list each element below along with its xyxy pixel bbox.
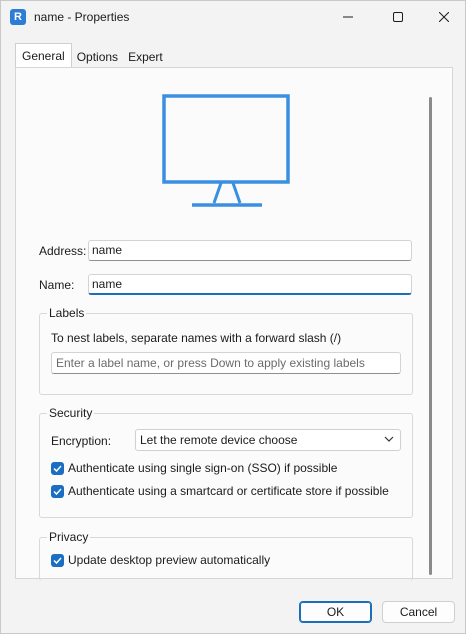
name-label: Name: <box>39 278 75 292</box>
label-input[interactable] <box>51 352 401 374</box>
monitor-icon <box>162 94 290 207</box>
window-title: name - Properties <box>34 10 130 24</box>
checkmark-icon <box>53 464 62 472</box>
scrollbar[interactable] <box>429 97 432 575</box>
smartcard-checkbox[interactable] <box>51 484 64 498</box>
preview-checkbox-row[interactable]: Update desktop preview automatically <box>51 553 270 567</box>
labels-group-title: Labels <box>47 306 87 320</box>
chevron-down-icon <box>384 436 394 442</box>
sso-checkbox-row[interactable]: Authenticate using single sign-on (SSO) … <box>51 461 337 475</box>
encryption-label: Encryption: <box>51 434 112 448</box>
encryption-value: Let the remote device choose <box>140 433 298 447</box>
privacy-group-title: Privacy <box>47 530 91 544</box>
tab-general[interactable]: General <box>15 43 72 68</box>
minimize-button[interactable] <box>325 1 371 33</box>
tab-expert[interactable]: Expert <box>123 45 168 68</box>
maximize-icon <box>393 12 403 22</box>
checkmark-icon <box>53 556 62 564</box>
title-bar[interactable]: R name - Properties <box>1 1 465 33</box>
sso-checkbox[interactable] <box>51 461 64 475</box>
checkmark-icon <box>53 487 62 495</box>
smartcard-checkbox-row[interactable]: Authenticate using a smartcard or certif… <box>51 484 389 498</box>
security-group-title: Security <box>47 406 95 420</box>
tab-strip: General Options Expert <box>15 43 168 68</box>
cancel-button[interactable]: Cancel <box>382 601 455 623</box>
address-label: Address: <box>39 244 87 258</box>
ok-button[interactable]: OK <box>299 601 372 623</box>
close-icon <box>439 12 449 22</box>
name-field[interactable]: name <box>88 274 412 295</box>
minimize-icon <box>343 16 353 18</box>
app-icon: R <box>10 9 26 25</box>
maximize-button[interactable] <box>375 1 421 33</box>
smartcard-label: Authenticate using a smartcard or certif… <box>68 484 389 498</box>
close-button[interactable] <box>421 1 466 33</box>
labels-hint: To nest labels, separate names with a fo… <box>51 331 342 345</box>
sso-label: Authenticate using single sign-on (SSO) … <box>68 461 338 475</box>
encryption-select[interactable]: Let the remote device choose <box>135 429 401 451</box>
tab-options[interactable]: Options <box>72 45 123 68</box>
address-field[interactable]: name <box>88 240 412 261</box>
properties-window: R name - Properties General Options Expe… <box>0 0 466 634</box>
label-input-field[interactable] <box>52 353 400 373</box>
preview-checkbox[interactable] <box>51 553 64 567</box>
preview-label: Update desktop preview automatically <box>68 553 271 567</box>
